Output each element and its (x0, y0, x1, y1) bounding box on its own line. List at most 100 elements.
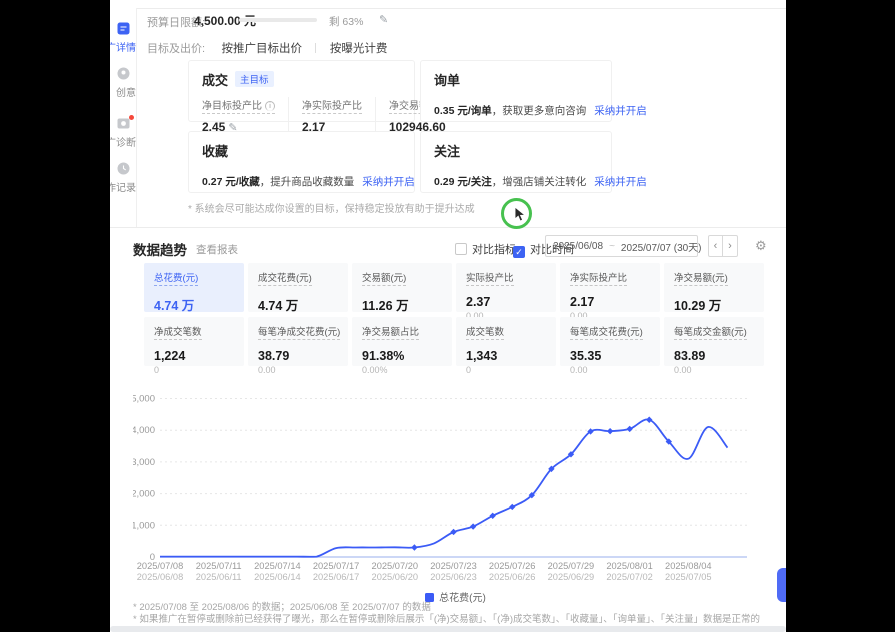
bidding-option-goal[interactable]: 按推广目标出价 (222, 43, 303, 55)
trend-metric-label: 实际投产比 (466, 270, 514, 286)
budget-edit-icon[interactable]: ✎ (379, 13, 388, 26)
adopt-enable-link[interactable]: 采纳并开启 (594, 105, 647, 117)
sidebar-item[interactable]: 创意 (110, 67, 137, 109)
sidebar-item-label: 创意 (116, 84, 136, 99)
diagnosis-icon (117, 117, 130, 130)
x-tick-label-compare: 2025/06/14 (254, 572, 301, 582)
trend-metric-card[interactable]: 每笔成交花费(元)35.350.00 (560, 317, 660, 366)
data-point-marker[interactable] (450, 529, 456, 535)
data-point-marker[interactable] (607, 428, 613, 434)
x-tick-label-current: 2025/07/11 (196, 561, 242, 571)
x-tick-label-compare: 2025/06/29 (548, 572, 595, 582)
date-separator: ~ (609, 241, 615, 252)
goal-metric: 净目标投产比i2.45 ✎ (202, 97, 288, 134)
trend-metric-sub: 0 (154, 365, 234, 375)
data-point-marker[interactable] (470, 523, 476, 529)
trend-metric-label: 净成交笔数 (154, 324, 202, 340)
trend-metric-label: 净实际投产比 (570, 270, 627, 286)
trend-metric-value: 83.89 (674, 349, 754, 363)
bidding-row: 目标及出价: 按推广目标出价 按曝光计费 (147, 39, 387, 55)
trend-metric-card[interactable]: 净成交笔数1,2240 (144, 317, 244, 366)
next-period-button[interactable]: › (723, 235, 738, 257)
date-end: 2025/07/07 (30天) (621, 239, 702, 254)
date-nav-buttons: ‹ › (708, 235, 738, 257)
date-range-input[interactable]: 2025/06/08 ~ 2025/07/07 (30天) (545, 235, 698, 257)
goal-card-title: 询单 (434, 70, 460, 89)
trend-metric-card[interactable]: 净实际投产比2.170.00 (560, 263, 660, 312)
y-tick-label: 3,000 (133, 457, 155, 468)
trend-metric-card[interactable]: 净交易额(元)10.29 万0.00 (664, 263, 764, 312)
side-float-button[interactable] (777, 568, 786, 602)
y-tick-label: 5,000 (133, 394, 155, 405)
notification-dot (129, 115, 134, 120)
trend-metric-label: 交易额(元) (362, 270, 406, 286)
sidebar-item[interactable]: 广详情 (110, 22, 137, 64)
trend-chart[interactable]: 01,0002,0003,0004,0005,0002025/07/082025… (133, 386, 778, 588)
trend-metric-card[interactable]: 交易额(元)11.26 万0.00 (352, 263, 452, 312)
trend-metric-card[interactable]: 实际投产比2.370.00 (456, 263, 556, 312)
goal-card: 收藏0.27 元/收藏，提升商品收藏数量采纳并开启 (188, 131, 415, 193)
trend-metric-value: 4.74 万 (258, 295, 338, 314)
cursor-icon (514, 207, 527, 223)
budget-row: 预算日限额: 4,500.00 元 剩 63% ✎ (147, 13, 205, 29)
main-series-line (160, 419, 728, 556)
trend-metric-label: 净交易额占比 (362, 324, 419, 340)
trend-metric-sub: 0 (466, 365, 546, 375)
x-tick-label-compare: 2025/07/02 (606, 572, 653, 582)
content-panel: 广详情创意广诊断作记录 预算日限额: 4,500.00 元 剩 63% ✎ 目标… (110, 0, 786, 632)
data-point-marker[interactable] (411, 544, 417, 550)
goal-desc-text: ，增强店铺关注转化 (492, 176, 587, 188)
trend-metric-card[interactable]: 每笔净成交花费(元)38.790.00 (248, 317, 348, 366)
trend-metric-label: 净交易额(元) (674, 270, 728, 286)
trend-metric-value: 11.26 万 (362, 295, 442, 314)
creative-icon (117, 67, 130, 80)
top-divider (110, 8, 786, 9)
goal-card-desc: 0.35 元/询单，获取更多意向咨询采纳并开启 (434, 103, 598, 118)
goal-card: 成交主目标净目标投产比i2.45 ✎净实际投产比2.17净交易额(元)10294… (188, 60, 415, 122)
goal-metric-label: 净目标投产比i (202, 97, 275, 114)
data-point-marker[interactable] (509, 504, 515, 510)
gear-icon[interactable]: ⚙ (755, 238, 767, 254)
trend-metric-sub: 0.00 (258, 365, 338, 375)
checkbox-icon[interactable] (455, 243, 467, 255)
info-icon[interactable]: i (265, 101, 275, 111)
x-tick-label-current: 2025/08/01 (606, 561, 653, 571)
x-tick-label-current: 2025/07/08 (137, 561, 184, 571)
x-tick-label-compare: 2025/06/26 (489, 572, 536, 582)
trend-metric-value: 38.79 (258, 349, 338, 363)
footnote-2: * 如果推广在暂停或删除前已经获得了曝光，那么在暂停或删除后展示「(净)交易额」… (133, 611, 760, 625)
checkbox-checked-icon[interactable]: ✓ (513, 246, 525, 258)
x-tick-label-compare: 2025/06/17 (313, 572, 360, 582)
prev-period-button[interactable]: ‹ (708, 235, 723, 257)
x-tick-label-compare: 2025/06/08 (137, 572, 184, 582)
trend-metric-card[interactable]: 净交易额占比91.38%0.00% (352, 317, 452, 366)
x-tick-label-current: 2025/07/17 (313, 561, 360, 571)
bidding-divider (315, 43, 316, 53)
goal-card-desc: 0.29 元/关注，增强店铺关注转化采纳并开启 (434, 174, 598, 189)
x-tick-label-current: 2025/07/26 (489, 561, 536, 571)
sidebar: 广详情创意广诊断作记录 (110, 8, 137, 228)
sidebar-item[interactable]: 广诊断 (110, 117, 137, 159)
trend-metric-card[interactable]: 成交花费(元)4.74 万0.00 (248, 263, 348, 312)
goal-metrics: 净目标投产比i2.45 ✎净实际投产比2.17净交易额(元)102946.60 (202, 97, 401, 134)
trend-metric-value: 35.35 (570, 349, 650, 363)
trend-metric-card[interactable]: 总花费(元)4.74 万0.00 (144, 263, 244, 312)
goal-metric: 净实际投产比2.17 (288, 97, 375, 134)
legend-label: 总花费(元) (439, 593, 486, 604)
horizontal-scrollbar[interactable] (110, 626, 786, 632)
view-report-link[interactable]: 查看报表 (196, 242, 238, 257)
adopt-enable-link[interactable]: 采纳并开启 (594, 176, 647, 188)
compare-metric-checkbox[interactable]: 对比指标 (455, 241, 516, 255)
data-point-marker[interactable] (626, 426, 632, 432)
goal-card: 询单 0.35 元/询单，获取更多意向咨询采纳并开启 (420, 60, 612, 122)
x-tick-label-compare: 2025/07/05 (665, 572, 712, 582)
adopt-enable-link[interactable]: 采纳并开启 (362, 176, 415, 188)
trend-metric-card[interactable]: 成交笔数1,3430 (456, 317, 556, 366)
bidding-option-impression[interactable]: 按曝光计费 (330, 43, 388, 55)
sidebar-item[interactable]: 作记录 (110, 162, 137, 204)
goal-metric-label: 净实际投产比 (302, 97, 362, 114)
x-tick-label-compare: 2025/06/11 (196, 572, 242, 582)
x-tick-label-current: 2025/07/20 (372, 561, 419, 571)
goal-card-desc: 0.27 元/收藏，提升商品收藏数量采纳并开启 (202, 174, 401, 189)
trend-metric-card[interactable]: 每笔成交金额(元)83.890.00 (664, 317, 764, 366)
